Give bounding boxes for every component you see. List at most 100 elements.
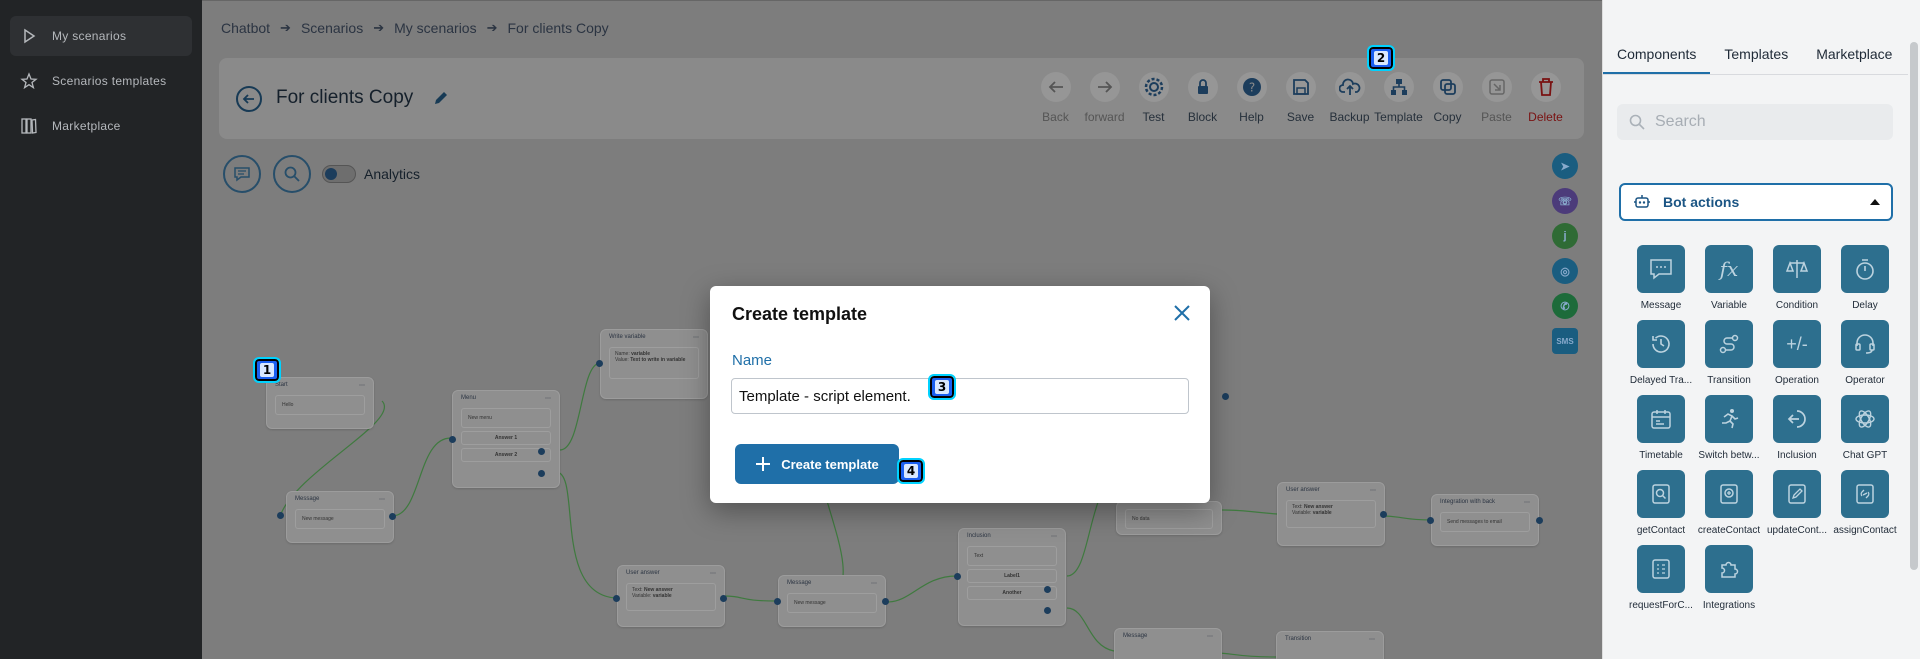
component-chat-gpt[interactable]: Chat GPT	[1831, 395, 1899, 461]
component-message[interactable]: Message	[1627, 245, 1695, 311]
component-request-for-contact[interactable]: requestForC...	[1627, 545, 1695, 611]
tab-marketplace[interactable]: Marketplace	[1802, 36, 1906, 74]
j-channel-icon[interactable]: j	[1552, 223, 1578, 249]
component-get-contact[interactable]: getContact	[1627, 470, 1695, 536]
sidebar-item-scenarios-templates[interactable]: Scenarios templates	[10, 61, 192, 101]
connector-dot[interactable]	[449, 436, 456, 443]
component-condition[interactable]: Condition	[1763, 245, 1831, 311]
connector-dot[interactable]	[389, 513, 396, 520]
toolbar-forward-button[interactable]: forward	[1080, 72, 1129, 124]
component-create-contact[interactable]: createContact	[1695, 470, 1763, 536]
gear-icon	[1144, 77, 1163, 97]
toolbar-paste-button[interactable]: Paste	[1472, 72, 1521, 124]
toolbar-copy-button[interactable]: Copy	[1423, 72, 1472, 124]
component-inclusion[interactable]: Inclusion	[1763, 395, 1831, 461]
component-operation[interactable]: +/- Operation	[1763, 320, 1831, 386]
component-integrations[interactable]: Integrations	[1695, 545, 1763, 611]
tab-components[interactable]: Components	[1603, 36, 1711, 74]
node-user-answer[interactable]: User answer ⋯ Text: New answer Variable: …	[1277, 482, 1385, 546]
label: Name:	[615, 351, 630, 357]
canvas-search-button[interactable]	[273, 155, 311, 193]
whatsapp-icon[interactable]: ✆	[1552, 293, 1578, 319]
connector-dot[interactable]	[538, 448, 545, 455]
sidebar-item-label: Marketplace	[52, 119, 121, 133]
value: Text to write in variable	[630, 357, 686, 363]
breadcrumb-scenarios[interactable]: Scenarios	[301, 20, 363, 36]
connector-dot[interactable]	[954, 573, 961, 580]
safari-icon[interactable]: ◎	[1552, 258, 1578, 284]
node-message[interactable]: Message ⋯	[1114, 628, 1222, 659]
connector-dot[interactable]	[774, 598, 781, 605]
component-variable[interactable]: fx Variable	[1695, 245, 1763, 311]
connector-dot[interactable]	[720, 595, 727, 602]
component-switch[interactable]: Switch betw...	[1695, 395, 1763, 461]
toolbar-template-button[interactable]: Template	[1374, 72, 1423, 124]
toolbar-save-button[interactable]: Save	[1276, 72, 1325, 124]
component-delayed-transition[interactable]: Delayed Tra...	[1627, 320, 1695, 386]
analytics-toggle[interactable]	[322, 165, 356, 183]
node-user-answer[interactable]: User answer ⋯ Text: New answer Variable: …	[617, 565, 725, 627]
node-transition[interactable]: Transition ⋯	[1276, 631, 1384, 659]
node-write-variable[interactable]: Write variable ⋯ Name: variable Value: Te…	[600, 329, 708, 399]
connector-dot[interactable]	[1222, 393, 1229, 400]
sms-icon[interactable]: SMS	[1552, 328, 1578, 354]
comments-button[interactable]	[223, 155, 261, 193]
sidebar-item-my-scenarios[interactable]: My scenarios	[10, 16, 192, 56]
component-timetable[interactable]: Timetable	[1627, 395, 1695, 461]
pencil-icon[interactable]	[433, 90, 449, 106]
tab-templates[interactable]: Templates	[1710, 36, 1802, 74]
node-no-data[interactable]: No data	[1116, 501, 1222, 535]
back-button[interactable]	[236, 86, 262, 112]
toolbar-help-button[interactable]: ? Help	[1227, 72, 1276, 124]
component-operator[interactable]: Operator	[1831, 320, 1899, 386]
connector-dot[interactable]	[1380, 511, 1387, 518]
toolbar-delete-button[interactable]: Delete	[1521, 72, 1570, 124]
node-body: Hello	[275, 395, 365, 415]
annotation-badge-3: 3	[928, 374, 956, 400]
connector-dot[interactable]	[1427, 517, 1434, 524]
connector-dot[interactable]	[613, 595, 620, 602]
connector-dot[interactable]	[1044, 607, 1051, 614]
badge-number: 2	[1373, 51, 1389, 65]
breadcrumb-my-scenarios[interactable]: My scenarios	[394, 20, 476, 36]
connector-dot[interactable]	[1536, 517, 1543, 524]
inclusion-label: Label1	[967, 569, 1057, 583]
search-input[interactable]	[1655, 113, 1875, 131]
toolbar-backup-button[interactable]: Backup	[1325, 72, 1374, 124]
components-panel: Components Templates Marketplace Bot act…	[1602, 0, 1920, 659]
connector-dot[interactable]	[538, 470, 545, 477]
node-start[interactable]: Start ⋯ Hello	[266, 377, 374, 429]
component-transition[interactable]: Transition	[1695, 320, 1763, 386]
viber-icon[interactable]: ☏	[1552, 188, 1578, 214]
node-integration[interactable]: Integration with back ⋯ Send messages to …	[1431, 494, 1539, 546]
cloud-upload-icon	[1338, 78, 1360, 95]
connector-dot[interactable]	[277, 512, 284, 519]
toolbar-block-button[interactable]: Block	[1178, 72, 1227, 124]
toolbar-test-button[interactable]: Test	[1129, 72, 1178, 124]
template-name-input[interactable]	[731, 378, 1189, 414]
node-inclusion[interactable]: Inclusion ⋯ Text Label1 Another	[958, 528, 1066, 626]
component-search	[1617, 104, 1893, 140]
tool-label: Back	[1042, 110, 1069, 124]
node-message[interactable]: Message ⋯ New message	[286, 491, 394, 543]
toolbar-back-button[interactable]: Back	[1031, 72, 1080, 124]
close-icon[interactable]	[1172, 303, 1192, 323]
sidebar-item-marketplace[interactable]: Marketplace	[10, 106, 192, 146]
component-label: assignContact	[1833, 525, 1897, 536]
create-template-button[interactable]: Create template	[735, 444, 899, 484]
connector-dot[interactable]	[1044, 586, 1051, 593]
node-message[interactable]: Message ⋯ New message	[778, 575, 886, 627]
plus-icon	[756, 457, 771, 471]
stopwatch-icon	[1856, 259, 1874, 280]
panel-scrollbar[interactable]	[1910, 42, 1918, 570]
bot-actions-section[interactable]: Bot actions	[1619, 183, 1893, 221]
node-menu[interactable]: Menu ⋯ New menu Answer 1 Answer 2	[452, 390, 560, 488]
component-assign-contact[interactable]: assignContact	[1831, 470, 1899, 536]
telegram-icon[interactable]: ➤	[1552, 153, 1578, 179]
component-update-contact[interactable]: updateCont...	[1763, 470, 1831, 536]
connector-dot[interactable]	[596, 360, 603, 367]
component-delay[interactable]: Delay	[1831, 245, 1899, 311]
connector-dot[interactable]	[882, 598, 889, 605]
breadcrumb-chatbot[interactable]: Chatbot	[221, 20, 270, 36]
label: Variable:	[1292, 510, 1312, 516]
